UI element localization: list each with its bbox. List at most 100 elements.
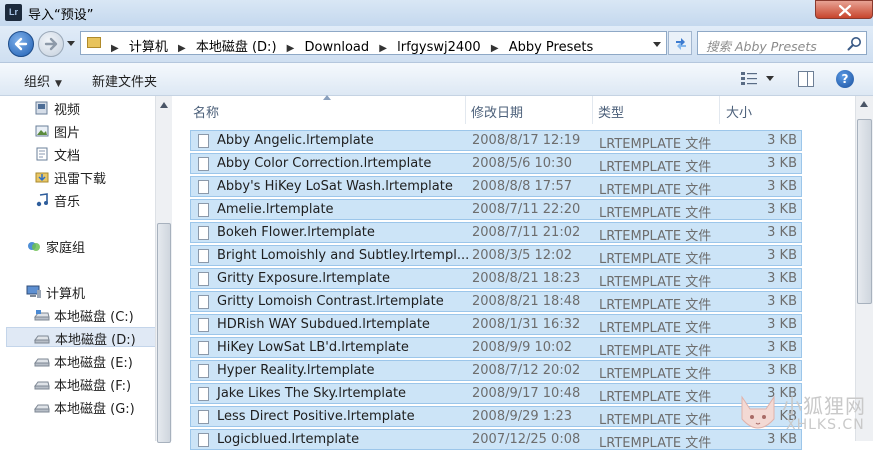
- column-divider[interactable]: [465, 96, 466, 124]
- file-row[interactable]: Hyper Reality.lrtemplate 2008/7/12 20:02 L…: [190, 360, 802, 382]
- address-input[interactable]: ▶ 计算机 ▶ 本地磁盘 (D:) ▶ Download ▶ lrfgyswj2…: [80, 31, 667, 55]
- breadcrumb-separator[interactable]: ▶: [287, 43, 295, 54]
- search-input-placeholder[interactable]: 搜索 Abby Presets: [706, 36, 817, 55]
- file-row[interactable]: Bokeh Flower.lrtemplate 2008/7/11 21:02 LR…: [190, 222, 802, 244]
- file-date: 2008/9/9 10:02: [472, 340, 572, 355]
- column-divider[interactable]: [592, 96, 593, 124]
- file-date: 2007/12/25 0:08: [472, 432, 581, 447]
- file-type: LRTEMPLATE 文件: [599, 252, 712, 267]
- file-type: LRTEMPLATE 文件: [599, 367, 712, 382]
- search-box[interactable]: 搜索 Abby Presets: [697, 31, 867, 55]
- help-icon[interactable]: ?: [836, 70, 854, 88]
- column-header-date[interactable]: 修改日期: [471, 102, 523, 121]
- sidebar-item-computer[interactable]: 计算机: [26, 282, 150, 302]
- file-row[interactable]: Logicblued.lrtemplate 2007/12/25 0:08 LRTE…: [190, 429, 802, 451]
- breadcrumb-item-drive-d[interactable]: 本地磁盘 (D:): [196, 40, 277, 55]
- sidebar-item-label: 本地磁盘 (C:): [54, 310, 134, 325]
- forward-button[interactable]: [38, 31, 64, 57]
- xunlei-download-icon: [35, 172, 49, 183]
- file-row[interactable]: Bright Lomoishly and Subtley.lrtempl... 2…: [190, 245, 802, 267]
- breadcrumb-separator: ▶: [111, 43, 119, 54]
- file-type: LRTEMPLATE 文件: [599, 229, 712, 244]
- search-icon[interactable]: [847, 36, 862, 51]
- breadcrumb-item-download[interactable]: Download: [305, 40, 370, 55]
- column-header-name[interactable]: 名称: [193, 102, 219, 121]
- file-row[interactable]: Abby Color Correction.lrtemplate 2008/5/6…: [190, 153, 802, 175]
- refresh-button[interactable]: [668, 31, 692, 55]
- file-date: 2008/1/31 16:32: [472, 317, 581, 332]
- breadcrumb-item-lrfgyswj2400[interactable]: lrfgyswj2400: [397, 40, 481, 55]
- sidebar-item-drive-g[interactable]: 本地磁盘 (G:): [34, 397, 150, 417]
- sidebar-item-xunlei-download[interactable]: 迅雷下载: [34, 167, 150, 187]
- scroll-up-arrow-icon[interactable]: [160, 102, 168, 108]
- column-divider[interactable]: [719, 96, 720, 124]
- organize-button[interactable]: 组织 ▼: [24, 71, 62, 90]
- file-icon: [198, 157, 209, 171]
- watermark-text-en: XHLKS.CN: [786, 417, 865, 433]
- file-row[interactable]: HDRish WAY Subdued.lrtemplate 2008/1/31 1…: [190, 314, 802, 336]
- sidebar-item-videos[interactable]: 视频: [34, 98, 150, 118]
- watermark: 小狐狸网 XHLKS.CN: [736, 387, 873, 441]
- preview-pane-icon[interactable]: [798, 71, 814, 87]
- file-name: Abby Angelic.lrtemplate: [217, 133, 374, 148]
- sidebar-item-label: 计算机: [46, 287, 86, 302]
- sidebar-item-label: 本地磁盘 (E:): [54, 356, 133, 371]
- file-row[interactable]: Jake Likes The Sky.lrtemplate 2008/9/17 1…: [190, 383, 802, 405]
- breadcrumb-item-abby-presets[interactable]: Abby Presets: [509, 40, 594, 55]
- file-row[interactable]: Gritty Lomoish Contrast.lrtemplate 2008/8…: [190, 291, 802, 313]
- sidebar-scrollbar[interactable]: [155, 96, 172, 443]
- file-name: Abby's HiKey LoSat Wash.lrtemplate: [217, 179, 453, 194]
- sidebar-item-label: 本地磁盘 (D:): [55, 333, 136, 348]
- file-date: 2008/9/17 10:48: [472, 386, 581, 401]
- new-folder-button[interactable]: 新建文件夹: [92, 71, 157, 90]
- breadcrumb-separator[interactable]: ▶: [379, 43, 387, 54]
- sort-ascending-icon: [323, 95, 331, 100]
- file-row[interactable]: HiKey LowSat LB'd.lrtemplate 2008/9/9 10:…: [190, 337, 802, 359]
- sidebar-item-music[interactable]: 音乐: [34, 190, 150, 210]
- breadcrumb-item-computer[interactable]: 计算机: [129, 40, 168, 55]
- sidebar-item-homegroup[interactable]: 家庭组: [26, 236, 150, 256]
- file-icon: [198, 203, 209, 217]
- file-type: LRTEMPLATE 文件: [599, 321, 712, 336]
- sidebar-item-pictures[interactable]: 图片: [34, 121, 150, 141]
- breadcrumb-separator[interactable]: ▶: [491, 43, 499, 54]
- view-options-chevron-down-icon[interactable]: [766, 76, 774, 82]
- file-icon: [198, 364, 209, 378]
- sidebar-item-drive-f[interactable]: 本地磁盘 (F:): [34, 374, 150, 394]
- sidebar-item-documents[interactable]: 文档: [34, 144, 150, 164]
- file-row[interactable]: Less Direct Positive.lrtemplate 2008/9/29…: [190, 406, 802, 428]
- file-date: 2008/7/11 22:20: [472, 202, 581, 217]
- sidebar-item-drive-e[interactable]: 本地磁盘 (E:): [34, 351, 150, 371]
- file-date: 2008/3/5 12:02: [472, 248, 572, 263]
- address-history-chevron-down-icon[interactable]: [652, 41, 662, 48]
- sidebar-item-drive-d[interactable]: 本地磁盘 (D:): [6, 327, 156, 348]
- file-icon: [198, 341, 209, 355]
- file-size: 3 KB: [767, 133, 797, 148]
- file-date: 2008/7/12 20:02: [472, 363, 581, 378]
- scroll-up-arrow-icon[interactable]: [860, 101, 868, 107]
- documents-library-icon: [36, 147, 48, 161]
- sidebar-scroll-thumb[interactable]: [157, 223, 171, 443]
- close-window-button[interactable]: [815, 0, 873, 19]
- file-date: 2008/8/21 18:48: [472, 294, 581, 309]
- file-name: HDRish WAY Subdued.lrtemplate: [217, 317, 430, 332]
- system-drive-icon: [34, 310, 50, 321]
- sidebar-item-label: 视频: [54, 103, 81, 118]
- back-button[interactable]: [8, 31, 34, 57]
- file-row[interactable]: Amelie.lrtemplate 2008/7/11 22:20 LRTEMPLA…: [190, 199, 802, 221]
- column-header-size[interactable]: 大小: [726, 102, 752, 121]
- file-row[interactable]: Abby's HiKey LoSat Wash.lrtemplate 2008/8…: [190, 176, 802, 198]
- breadcrumb: ▶ 计算机 ▶ 本地磁盘 (D:) ▶ Download ▶ lrfgyswj2…: [105, 36, 593, 55]
- change-view-icon[interactable]: [740, 71, 758, 87]
- recent-pages-chevron-down-icon[interactable]: [66, 40, 76, 48]
- file-size: 3 KB: [767, 156, 797, 171]
- title-bar: Lr 导入“预设”: [0, 0, 873, 26]
- file-name: Jake Likes The Sky.lrtemplate: [217, 386, 407, 401]
- column-header-type[interactable]: 类型: [598, 102, 624, 121]
- sidebar-item-drive-c[interactable]: 本地磁盘 (C:): [34, 305, 150, 325]
- breadcrumb-separator[interactable]: ▶: [178, 43, 186, 54]
- file-icon: [198, 410, 209, 424]
- file-row[interactable]: Gritty Exposure.lrtemplate 2008/8/21 18:2…: [190, 268, 802, 290]
- file-list-scroll-thumb[interactable]: [857, 119, 872, 304]
- file-row[interactable]: Abby Angelic.lrtemplate 2008/8/17 12:19 LR…: [190, 130, 802, 152]
